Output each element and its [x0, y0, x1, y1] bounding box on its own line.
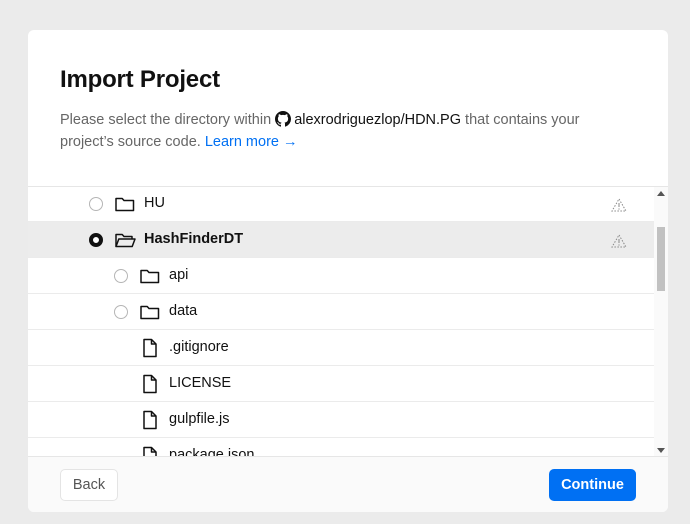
- tree-row[interactable]: .gitignore: [28, 330, 654, 366]
- repo-name: alexrodriguezlop/HDN.PG: [294, 112, 462, 128]
- select-radio[interactable]: [114, 305, 128, 319]
- github-icon: [275, 111, 292, 127]
- dialog-description: Please select the directory within alexr…: [60, 109, 630, 153]
- back-button[interactable]: Back: [60, 469, 118, 501]
- tree-row[interactable]: HashFinderDT: [28, 222, 654, 258]
- tree-item-label: gulpfile.js: [169, 411, 230, 427]
- file-icon: [141, 446, 159, 456]
- learn-more-link[interactable]: Learn more →: [205, 134, 298, 150]
- dialog-title: Import Project: [60, 66, 220, 93]
- folder-icon: [139, 302, 161, 322]
- continue-button[interactable]: Continue: [549, 469, 636, 501]
- scrollbar-thumb[interactable]: [657, 227, 665, 291]
- repo-reference: alexrodriguezlop/HDN.PG: [275, 111, 462, 128]
- scroll-down-arrow-icon[interactable]: [657, 448, 665, 453]
- warning-icon: [611, 198, 627, 212]
- select-radio[interactable]: [114, 269, 128, 283]
- directory-list: HU HashFinderDT api data .gitignore LICENSE gu…: [28, 187, 654, 456]
- dialog-footer: Back Continue: [28, 456, 668, 512]
- tree-row[interactable]: data: [28, 294, 654, 330]
- file-icon: [141, 338, 159, 358]
- tree-item-label: LICENSE: [169, 375, 232, 391]
- tree-item-label: package.json: [169, 447, 255, 456]
- tree-row[interactable]: package.json: [28, 438, 654, 456]
- tree-item-label: HU: [144, 195, 165, 211]
- tree-item-label: HashFinderDT: [144, 231, 244, 247]
- tree-row[interactable]: gulpfile.js: [28, 402, 654, 438]
- select-radio[interactable]: [89, 233, 103, 247]
- tree-item-label: api: [169, 267, 189, 283]
- folder-icon: [139, 266, 161, 286]
- description-text: Please select the directory within: [60, 112, 272, 128]
- import-project-dialog: Import Project Please select the directo…: [28, 30, 668, 512]
- directory-tree[interactable]: HU HashFinderDT api data .gitignore LICENSE gu…: [28, 186, 668, 456]
- folder-open-icon: [114, 230, 136, 250]
- tree-scrollbar[interactable]: [654, 187, 668, 456]
- tree-item-label: .gitignore: [169, 339, 229, 355]
- tree-row[interactable]: LICENSE: [28, 366, 654, 402]
- tree-row[interactable]: api: [28, 258, 654, 294]
- warning-icon: [611, 234, 627, 248]
- scroll-up-arrow-icon[interactable]: [657, 191, 665, 196]
- file-icon: [141, 410, 159, 430]
- tree-row[interactable]: HU: [28, 187, 654, 222]
- dialog-header: Import Project Please select the directo…: [28, 30, 668, 186]
- select-radio[interactable]: [89, 197, 103, 211]
- tree-item-label: data: [169, 303, 198, 319]
- folder-icon: [114, 194, 136, 214]
- file-icon: [141, 374, 159, 394]
